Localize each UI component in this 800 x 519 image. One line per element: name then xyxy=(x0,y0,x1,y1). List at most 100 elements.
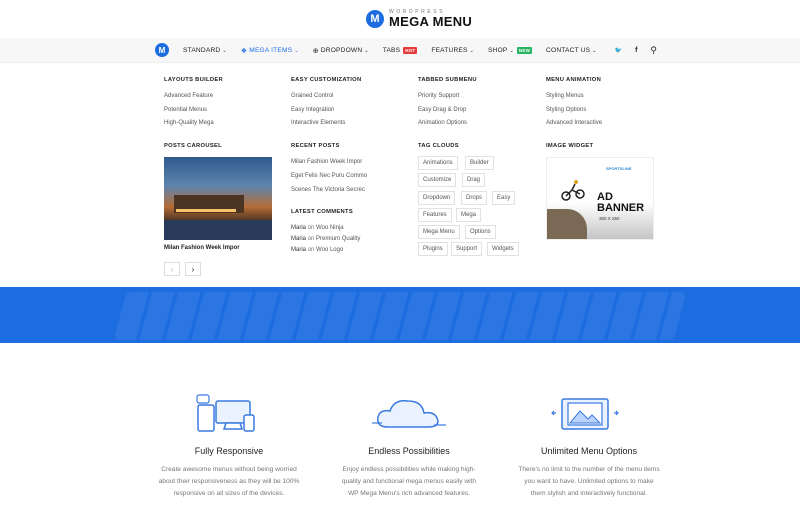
tag-link[interactable]: Drag xyxy=(462,173,486,187)
feature-desc-line: them stylish and interactively functiona… xyxy=(530,490,648,497)
menu-link[interactable]: Advanced Feature xyxy=(164,93,213,99)
hot-badge: HOT xyxy=(403,47,418,54)
nav-item-shop[interactable]: SHOP ⌄ NEW xyxy=(488,47,533,54)
recent-post-link[interactable]: Eget Felis Nec Puru Commo xyxy=(291,173,367,179)
globe-icon: ⊕ xyxy=(312,47,319,55)
tag-link[interactable]: Widgets xyxy=(487,242,519,256)
feature-description: Create awesome menus without being worri… xyxy=(139,464,319,500)
feature-description: There's no limit to the number of the me… xyxy=(499,464,679,500)
hero-band xyxy=(0,287,800,343)
feature-description: Enjoy endless possibilities while making… xyxy=(319,464,499,500)
feature-desc-line: There's no limit to the number of the me… xyxy=(518,466,660,473)
comment-on: on xyxy=(307,247,315,253)
tag-link[interactable]: Dropdown xyxy=(418,191,456,205)
mega-items-icon: ❖ xyxy=(240,47,248,55)
tag-link[interactable]: Animations xyxy=(418,156,458,170)
menu-link[interactable]: Easy Drag & Drop xyxy=(418,107,466,113)
menu-link[interactable]: Easy Integration xyxy=(291,107,334,113)
nav-item-mega-items[interactable]: ❖ MEGA ITEMS ⌄ xyxy=(241,47,299,55)
layouts-builder-title: LAYOUTS BUILDER xyxy=(164,77,224,83)
menu-link[interactable]: Interactive Elements xyxy=(291,120,345,126)
nav-item-label: SHOP xyxy=(488,47,508,54)
chevron-down-icon: ⌄ xyxy=(294,47,299,54)
tag-link[interactable]: Customize xyxy=(418,173,457,187)
chevron-down-icon: ⌄ xyxy=(364,47,369,54)
easy-customization-title: EASY CUSTOMIZATION xyxy=(291,77,362,83)
menu-link[interactable]: Advanced Interactive xyxy=(546,120,602,126)
menu-link[interactable]: Grained Control xyxy=(291,93,333,99)
nav-item-label: TABS xyxy=(382,47,401,54)
carousel-post-image[interactable] xyxy=(164,157,272,240)
comment-author: Maria xyxy=(291,225,307,231)
menu-link[interactable]: Priority Support xyxy=(418,93,459,99)
tag-link[interactable]: Easy xyxy=(492,191,516,205)
carousel-prev-button[interactable]: ‹ xyxy=(164,262,180,276)
comment-author: Maria xyxy=(291,247,307,253)
site-logo[interactable]: M WORDPRESS MEGA MENU xyxy=(366,6,472,32)
tag-link[interactable]: Mega xyxy=(456,208,482,222)
menu-link[interactable]: High-Quality Mega xyxy=(164,120,214,126)
chevron-left-icon: ‹ xyxy=(170,264,174,274)
nav-item-label: MEGA ITEMS xyxy=(249,47,293,54)
ad-size: 360 X 260 xyxy=(599,216,620,221)
feature-title: Fully Responsive xyxy=(194,446,264,456)
logo-title: MEGA MENU xyxy=(389,14,473,29)
nav-item-dropdown[interactable]: ⊕ DROPDOWN ⌄ xyxy=(313,47,369,55)
nav-item-contact-us[interactable]: CONTACT US ⌄ xyxy=(546,47,597,54)
ad-banner-image[interactable]: SPORTSLINE AD BANNER 360 X 260 xyxy=(546,157,654,240)
menu-link[interactable]: Styling Menus xyxy=(546,93,584,99)
nav-item-tabs[interactable]: TABS HOT xyxy=(383,47,418,54)
menu-link[interactable]: Potential Menus xyxy=(164,107,207,113)
new-badge: NEW xyxy=(516,47,533,54)
feature-desc-line: WP Mega Menu's rich advanced features. xyxy=(347,490,471,497)
menu-link[interactable]: Styling Options xyxy=(546,107,586,113)
comment-post-link[interactable]: Woo Ninja xyxy=(316,225,344,231)
carousel-caption[interactable]: Milan Fashion Week Impor xyxy=(164,245,240,251)
posts-carousel-title: POSTS CAROUSEL xyxy=(164,143,222,149)
comment-post-link[interactable]: Woo Logo xyxy=(316,247,343,253)
tag-link[interactable]: Support xyxy=(451,242,483,256)
nav-item-standard[interactable]: STANDARD ⌄ xyxy=(183,47,227,54)
features-section: Fully Responsive Create awesome menus wi… xyxy=(0,343,800,519)
recent-posts-title: RECENT POSTS xyxy=(291,143,340,149)
twitter-icon[interactable]: 🐦 xyxy=(615,47,622,54)
comment-item: Maria on Premium Quality xyxy=(291,236,360,242)
chevron-right-icon: › xyxy=(191,264,195,274)
feature-desc-line: quality and functional mega menus easily… xyxy=(341,478,477,485)
tag-link[interactable]: Builder xyxy=(465,156,494,170)
menu-link[interactable]: Animation Options xyxy=(418,120,467,126)
logo-badge-icon: M xyxy=(366,10,384,28)
facebook-icon[interactable]: f xyxy=(635,47,637,54)
carousel-next-button[interactable]: › xyxy=(185,262,201,276)
nav-item-label: DROPDOWN xyxy=(320,47,363,54)
chevron-down-icon: ⌄ xyxy=(469,47,475,54)
comment-item: Maria on Woo Ninja xyxy=(291,225,344,231)
recent-post-link[interactable]: Scenes The Victoria Secrec xyxy=(291,187,365,193)
recent-post-link[interactable]: Milan Fashion Week Impor xyxy=(291,159,362,165)
feature-title: Unlimited Menu Options xyxy=(540,446,638,456)
feature-title: Endless Possibilities xyxy=(368,446,450,456)
keyboard-background-shape xyxy=(113,292,687,340)
tag-clouds-title: TAG CLOUDS xyxy=(418,143,459,149)
cloud-icon xyxy=(372,399,446,428)
gallery-icon xyxy=(551,398,619,430)
nav-item-label: STANDARD xyxy=(183,47,221,54)
comment-on: on xyxy=(307,225,315,231)
chevron-down-icon: ⌄ xyxy=(592,47,597,54)
site-header: M WORDPRESS MEGA MENU xyxy=(0,0,800,38)
comment-author: Maria xyxy=(291,236,307,242)
resort-lights-shape xyxy=(176,209,236,212)
tag-link[interactable]: Plugins xyxy=(418,242,448,256)
image-widget-title: IMAGE WIDGET xyxy=(546,143,594,149)
tag-link[interactable]: Drops xyxy=(461,191,488,205)
nav-logo-icon[interactable]: M xyxy=(155,43,169,57)
search-icon[interactable]: ⚲ xyxy=(650,45,657,56)
tag-link[interactable]: Options xyxy=(465,225,496,239)
feature-desc-line: Create awesome menus without being worri… xyxy=(161,466,297,473)
comment-post-link[interactable]: Premium Quality xyxy=(316,236,360,242)
comment-item: Maria on Woo Logo xyxy=(291,247,343,253)
nav-item-features[interactable]: FEATURES ⌄ xyxy=(431,47,474,54)
tag-link[interactable]: Features xyxy=(418,208,452,222)
main-navbar: M STANDARD ⌄ ❖ MEGA ITEMS ⌄ ⊕ DROPDOWN ⌄… xyxy=(0,38,800,63)
tag-link[interactable]: Mega Menu xyxy=(418,225,460,239)
